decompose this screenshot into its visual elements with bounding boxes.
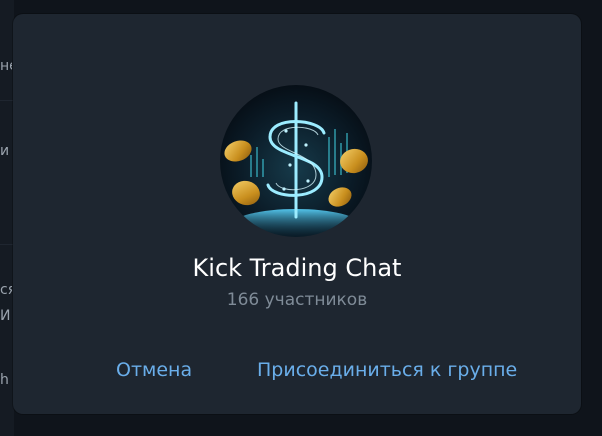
group-avatar: [220, 85, 372, 237]
dollar-sign-icon: [220, 85, 372, 237]
member-count: 166 участников: [226, 290, 368, 310]
join-group-button[interactable]: Присоединиться к группе: [257, 359, 517, 381]
group-title: Kick Trading Chat: [192, 254, 402, 282]
cancel-button[interactable]: Отмена: [116, 359, 192, 381]
background-list-text: ся: [0, 282, 12, 298]
background-list-text: И: [0, 308, 11, 324]
background-chat-list: не и ся И h: [0, 0, 14, 436]
background-list-text: h: [0, 372, 9, 388]
divider: [0, 244, 14, 245]
background-list-text: и: [0, 143, 10, 159]
background-list-text: не: [0, 58, 12, 74]
join-group-dialog: Kick Trading Chat 166 участников Отмена …: [13, 14, 581, 414]
divider: [0, 100, 14, 101]
